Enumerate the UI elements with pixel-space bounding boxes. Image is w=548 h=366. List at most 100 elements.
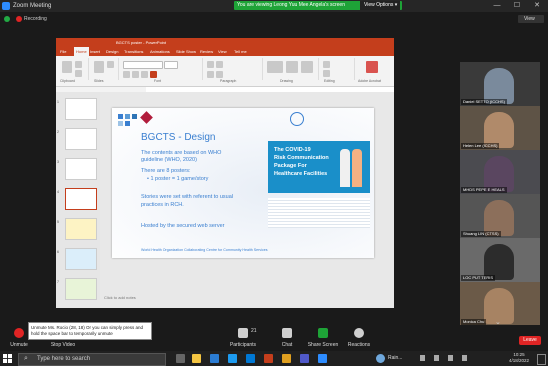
- close-button[interactable]: ✕: [530, 0, 544, 12]
- zoom-app-icon: [2, 2, 10, 10]
- ribbon-group-clipboard: [58, 58, 89, 80]
- tab-file[interactable]: File: [60, 47, 66, 56]
- numbering-icon[interactable]: [216, 61, 223, 68]
- reactions-button[interactable]: Reactions: [342, 325, 376, 351]
- tab-transitions[interactable]: Transitions: [124, 47, 143, 56]
- outlook-icon[interactable]: [246, 354, 255, 363]
- windows-start-icon[interactable]: [3, 354, 12, 363]
- align-left-icon[interactable]: [207, 71, 214, 78]
- language-icon[interactable]: [462, 355, 467, 361]
- participant-video-tile[interactable]: Shuang LIN (CTSS): [460, 194, 540, 238]
- ribbon-tabs: File Home Insert Design Transitions Anim…: [56, 47, 394, 56]
- ribbon-group-font: [120, 58, 203, 80]
- participants-button[interactable]: 21 Participants: [226, 325, 260, 351]
- participant-video-tile[interactable]: Helen Lee (ICCHS): [460, 106, 540, 150]
- view-button[interactable]: View: [518, 15, 544, 23]
- notifications-icon[interactable]: [537, 354, 546, 365]
- layout-icon[interactable]: [107, 61, 114, 68]
- zoom-icon[interactable]: [318, 354, 327, 363]
- quick-styles-icon[interactable]: [301, 61, 313, 73]
- underline-icon[interactable]: [141, 71, 148, 78]
- tab-view[interactable]: View: [218, 47, 227, 56]
- font-color-icon[interactable]: [150, 71, 157, 78]
- acrobat-icon[interactable]: [366, 61, 378, 73]
- slide-bullet: The contents are based on WHO: [141, 150, 222, 156]
- clipboard-label: Clipboard: [60, 79, 75, 83]
- decor-square: [118, 114, 123, 119]
- taskbar-clock[interactable]: 10:25 4/18/2022: [504, 352, 534, 364]
- slide-thumbnail[interactable]: [65, 218, 97, 240]
- slide-thumbnail[interactable]: [65, 98, 97, 120]
- tab-design[interactable]: Design: [106, 47, 118, 56]
- current-slide[interactable]: BGCTS - Design The contents are based on…: [112, 108, 374, 258]
- cut-icon[interactable]: [75, 61, 82, 68]
- arrange-icon[interactable]: [286, 61, 298, 73]
- poster-title: Healthcare Facilities: [274, 171, 328, 177]
- find-icon[interactable]: [323, 61, 330, 68]
- notes-placeholder[interactable]: Click to add notes: [104, 295, 136, 300]
- view-options-button[interactable]: View Options ▾: [360, 1, 400, 10]
- participant-name: MHDS PEPE E HEALS: [461, 187, 507, 193]
- font-label: Font: [154, 79, 162, 83]
- network-icon[interactable]: [420, 355, 425, 361]
- decor-square: [118, 121, 123, 126]
- shapes-icon[interactable]: [267, 61, 283, 73]
- slide-thumbnail[interactable]: [65, 278, 97, 300]
- bold-icon[interactable]: [123, 71, 130, 78]
- participant-video-tile[interactable]: MHDS PEPE E HEALS: [460, 150, 540, 194]
- leave-button[interactable]: Leave: [519, 336, 541, 345]
- tab-tell-me[interactable]: Tell me: [234, 47, 247, 56]
- chat-label: Chat: [281, 342, 293, 348]
- slide-thumbnail[interactable]: [65, 128, 97, 150]
- ribbon-group-editing: [320, 58, 355, 80]
- new-slide-icon[interactable]: [94, 61, 104, 73]
- share-screen-button[interactable]: Share Screen: [306, 325, 340, 351]
- tab-insert[interactable]: Insert: [90, 47, 100, 56]
- slides-label: Slides: [94, 79, 104, 83]
- slide-number: 4: [57, 190, 59, 194]
- bullets-icon[interactable]: [207, 61, 214, 68]
- replace-icon[interactable]: [323, 70, 330, 77]
- slide-footer: World Health Organization Collaborating …: [141, 248, 268, 252]
- copy-icon[interactable]: [75, 70, 82, 77]
- edge-icon[interactable]: [228, 354, 237, 363]
- search-icon: ⌕: [24, 355, 28, 362]
- participant-count: 21: [251, 328, 257, 334]
- volume-icon[interactable]: [434, 355, 439, 361]
- shield-icon[interactable]: [4, 16, 10, 22]
- slide-bullet: Hosted by the secured web server: [141, 223, 225, 229]
- tab-animations[interactable]: Animations: [150, 47, 170, 56]
- participant-name: Daniel SETTO (ICCHS): [461, 99, 507, 105]
- chat-button[interactable]: Chat: [270, 325, 304, 351]
- participant-video-tile[interactable]: Daniel SETTO (ICCHS): [460, 62, 540, 106]
- participant-video-tile[interactable]: LOC PUT TERIS: [460, 238, 540, 282]
- italic-icon[interactable]: [132, 71, 139, 78]
- font-name-select[interactable]: [123, 61, 163, 69]
- slide-thumbnail-selected[interactable]: [65, 188, 97, 210]
- file-explorer-icon[interactable]: [192, 354, 201, 363]
- powerpoint-icon[interactable]: [264, 354, 273, 363]
- tab-review[interactable]: Review: [200, 47, 213, 56]
- share-screen-icon: [318, 328, 328, 338]
- tab-slide-show[interactable]: Slide Show: [176, 47, 196, 56]
- task-view-icon[interactable]: [176, 354, 185, 363]
- weather-icon[interactable]: [376, 354, 385, 363]
- align-center-icon[interactable]: [216, 71, 223, 78]
- slide-thumbnail[interactable]: [65, 158, 97, 180]
- word-icon[interactable]: [210, 354, 219, 363]
- app-icon[interactable]: [282, 354, 291, 363]
- teams-icon[interactable]: [300, 354, 309, 363]
- minimize-button[interactable]: —: [490, 0, 504, 12]
- slide-thumbnail[interactable]: [65, 248, 97, 270]
- tab-home[interactable]: Home: [74, 47, 89, 56]
- slide-number: 2: [57, 130, 59, 134]
- font-size-select[interactable]: [164, 61, 178, 69]
- taskbar-search-box[interactable]: ⌕ Type here to search: [18, 353, 166, 366]
- battery-icon[interactable]: [448, 355, 453, 361]
- paste-icon[interactable]: [62, 61, 72, 73]
- maximize-button[interactable]: ☐: [510, 0, 524, 12]
- covid-poster-image: The COVID-19 Risk Communication Package …: [268, 141, 370, 193]
- meeting-top-bar: Recording View: [0, 12, 548, 26]
- participant-name: Helen Lee (ICCHS): [461, 143, 500, 149]
- slide-number: 1: [57, 100, 59, 104]
